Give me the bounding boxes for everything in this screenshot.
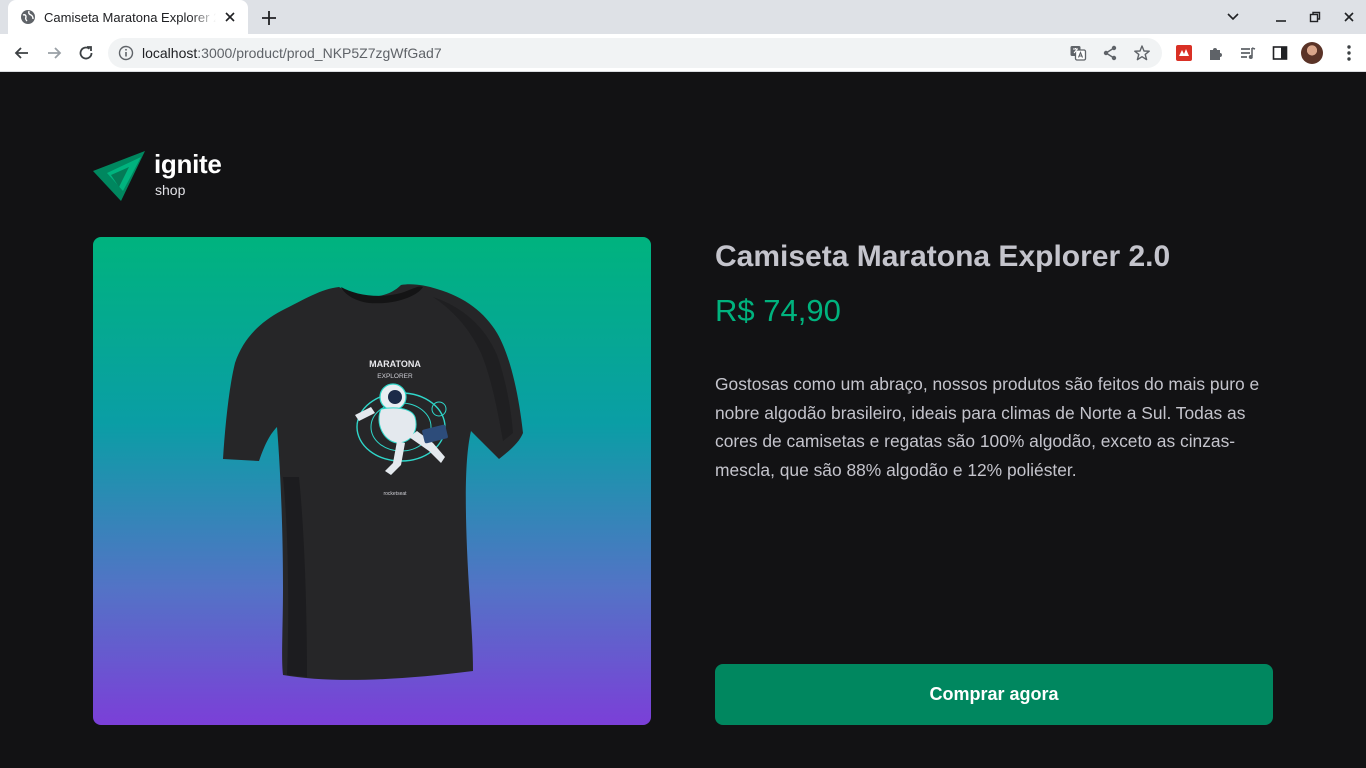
profile-button[interactable] <box>1296 39 1328 67</box>
url-path: :3000/product/prod_NKP5Z7zgWfGad7 <box>197 45 442 61</box>
browser-menu-button[interactable] <box>1336 39 1362 67</box>
extensions-area <box>1168 39 1328 67</box>
arrow-right-icon <box>48 47 62 59</box>
restore-icon <box>1309 11 1321 23</box>
extension-button[interactable] <box>1168 39 1200 67</box>
back-button[interactable] <box>8 39 36 67</box>
close-window-button[interactable] <box>1332 0 1366 34</box>
ignite-shop-logo[interactable]: ignite shop <box>93 149 233 201</box>
puzzle-icon <box>1210 48 1222 60</box>
product-description: Gostosas como um abraço, nossos produtos… <box>715 374 1260 480</box>
close-icon <box>1344 12 1354 22</box>
extensions-menu-button[interactable] <box>1200 39 1232 67</box>
minimize-icon <box>1276 20 1286 22</box>
address-bar[interactable]: localhost:3000/product/prod_NKP5Z7zgWfGa… <box>108 38 1162 68</box>
restore-button[interactable] <box>1298 0 1332 34</box>
chevron-down-icon <box>1227 13 1239 21</box>
info-icon[interactable] <box>118 45 134 61</box>
close-icon[interactable] <box>222 9 238 25</box>
share-button[interactable] <box>1094 38 1126 68</box>
kebab-menu-icon <box>1347 45 1351 61</box>
page-content: ignite shop MARATONA EXPLORER rocketseat… <box>0 73 1366 768</box>
browser-tab-bar: Camiseta Maratona Explorer 2.0 <box>0 0 1366 34</box>
globe-icon <box>21 10 35 24</box>
playlist-icon <box>1241 47 1256 59</box>
translate-icon <box>1070 46 1087 61</box>
side-panel-button[interactable] <box>1264 39 1296 67</box>
arrow-left-icon <box>14 47 28 59</box>
bookmark-button[interactable] <box>1126 38 1158 68</box>
extension-logo-icon <box>1176 45 1192 61</box>
reload-icon <box>79 46 93 60</box>
tab-title: Camiseta Maratona Explorer 2.0 <box>44 9 216 25</box>
tshirt-image: MARATONA EXPLORER rocketseat <box>223 284 523 680</box>
print-brand: rocketseat <box>383 491 407 497</box>
avatar <box>1301 42 1323 64</box>
print-title: MARATONA <box>369 359 421 369</box>
product-details: Camiseta Maratona Explorer 2.0 R$ 74,90 … <box>715 237 1273 725</box>
product-image: MARATONA EXPLORER rocketseat <box>93 237 651 725</box>
product-title: Camiseta Maratona Explorer 2.0 <box>715 240 1171 273</box>
side-panel-icon <box>1272 46 1288 60</box>
logo-mark-icon <box>93 151 145 201</box>
logo-sub: shop <box>155 182 186 198</box>
minimize-button[interactable] <box>1264 0 1298 34</box>
browser-tab[interactable]: Camiseta Maratona Explorer 2.0 <box>8 0 248 34</box>
browser-toolbar: localhost:3000/product/prod_NKP5Z7zgWfGa… <box>0 34 1366 72</box>
print-sub: EXPLORER <box>377 373 413 380</box>
url-text: localhost:3000/product/prod_NKP5Z7zgWfGa… <box>142 45 442 61</box>
new-tab-icon[interactable] <box>258 7 280 29</box>
star-icon <box>1134 45 1150 61</box>
forward-button[interactable] <box>40 39 68 67</box>
translate-button[interactable] <box>1062 38 1094 68</box>
reload-button[interactable] <box>72 39 100 67</box>
window-controls <box>1216 0 1366 34</box>
media-controls-button[interactable] <box>1232 39 1264 67</box>
tab-search-button[interactable] <box>1216 0 1250 34</box>
product-price: R$ 74,90 <box>715 293 841 328</box>
logo-word: ignite <box>154 149 222 179</box>
buy-now-button[interactable]: Comprar agora <box>715 664 1273 725</box>
url-host: localhost <box>142 45 198 61</box>
share-icon <box>1103 45 1117 61</box>
